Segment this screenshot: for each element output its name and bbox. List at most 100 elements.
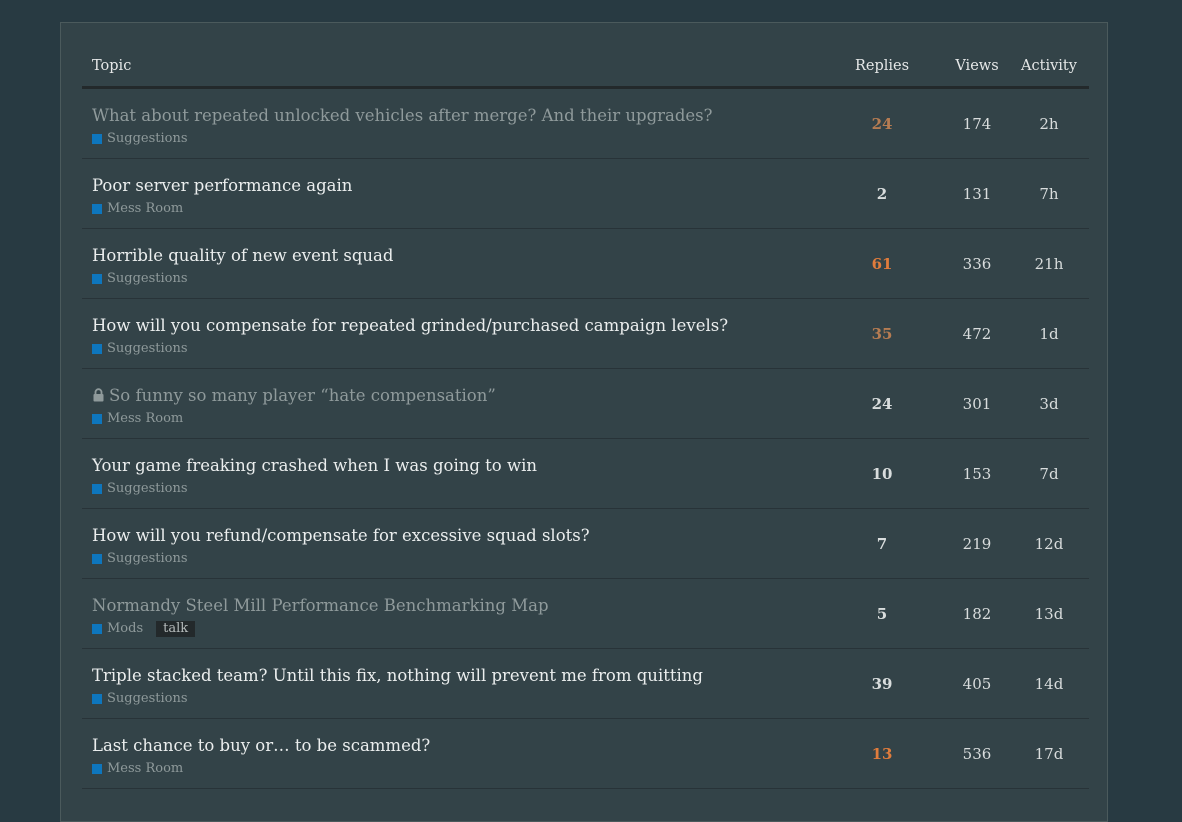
views-count: 536	[962, 745, 992, 763]
table-row[interactable]: Triple stacked team? Until this fix, not…	[82, 649, 1089, 719]
table-row[interactable]: Normandy Steel Mill Performance Benchmar…	[82, 579, 1089, 649]
category-link[interactable]: Suggestions	[107, 131, 188, 147]
table-row[interactable]: Your game freaking crashed when I was go…	[82, 439, 1089, 509]
topic-meta: Mess Room	[92, 411, 183, 427]
topic-list: Topic Replies Views Activity What about …	[82, 23, 1089, 789]
topic-title-text: Last chance to buy or… to be scammed?	[92, 736, 431, 755]
replies-count[interactable]: 5	[842, 605, 922, 623]
activity-time[interactable]: 7d	[1009, 465, 1089, 483]
views-count: 174	[962, 115, 992, 133]
topic-title-link[interactable]: Triple stacked team? Until this fix, not…	[92, 666, 703, 686]
replies-count[interactable]: 24	[842, 115, 922, 133]
topic-title-link[interactable]: What about repeated unlocked vehicles af…	[92, 106, 713, 126]
topic-title-link[interactable]: Your game freaking crashed when I was go…	[92, 456, 537, 476]
views-count: 405	[962, 675, 992, 693]
category-color-icon	[92, 274, 102, 284]
topic-meta: Mess Room	[92, 201, 183, 217]
category-color-icon	[92, 484, 102, 494]
category-color-icon	[92, 134, 102, 144]
table-row[interactable]: Last chance to buy or… to be scammed? Mes…	[82, 719, 1089, 789]
topic-title-link[interactable]: How will you refund/compensate for exces…	[92, 526, 590, 546]
table-row[interactable]: How will you compensate for repeated gri…	[82, 299, 1089, 369]
table-row[interactable]: How will you refund/compensate for exces…	[82, 509, 1089, 579]
topic-meta: Suggestions	[92, 131, 188, 147]
views-count: 219	[962, 535, 992, 553]
table-row[interactable]: So funny so many player “hate compensati…	[82, 369, 1089, 439]
table-row[interactable]: Horrible quality of new event squad Sugge…	[82, 229, 1089, 299]
topic-title-text: Horrible quality of new event squad	[92, 246, 394, 265]
views-count: 131	[962, 185, 992, 203]
topic-meta: Suggestions	[92, 341, 188, 357]
topic-title-text: How will you refund/compensate for exces…	[92, 526, 590, 545]
topic-title-text: Poor server performance again	[92, 176, 353, 195]
activity-time[interactable]: 17d	[1009, 745, 1089, 763]
views-count: 301	[962, 395, 992, 413]
activity-time[interactable]: 1d	[1009, 325, 1089, 343]
replies-count[interactable]: 10	[842, 465, 922, 483]
topic-title-link[interactable]: Normandy Steel Mill Performance Benchmar…	[92, 596, 549, 616]
category-link[interactable]: Mess Room	[107, 411, 183, 427]
lock-icon	[93, 388, 104, 402]
category-link[interactable]: Suggestions	[107, 341, 188, 357]
activity-time[interactable]: 14d	[1009, 675, 1089, 693]
views-count: 336	[962, 255, 992, 273]
replies-count[interactable]: 2	[842, 185, 922, 203]
topic-title-text: What about repeated unlocked vehicles af…	[92, 106, 713, 125]
column-header-topic[interactable]: Topic	[92, 57, 131, 75]
replies-count[interactable]: 13	[842, 745, 922, 763]
topic-rows: What about repeated unlocked vehicles af…	[82, 89, 1089, 789]
topic-title-text: How will you compensate for repeated gri…	[92, 316, 729, 335]
topic-title-text: Normandy Steel Mill Performance Benchmar…	[92, 596, 549, 615]
category-link[interactable]: Mess Room	[107, 201, 183, 217]
topic-list-panel: Topic Replies Views Activity What about …	[60, 22, 1108, 822]
replies-count[interactable]: 24	[842, 395, 922, 413]
category-link[interactable]: Suggestions	[107, 481, 188, 497]
replies-count[interactable]: 7	[842, 535, 922, 553]
topic-title-link[interactable]: How will you compensate for repeated gri…	[92, 316, 728, 336]
activity-time[interactable]: 21h	[1009, 255, 1089, 273]
topic-meta: Mess Room	[92, 761, 183, 777]
category-link[interactable]: Suggestions	[107, 271, 188, 287]
topic-meta: Mods talk	[92, 621, 196, 637]
views-count: 472	[962, 325, 992, 343]
views-count: 153	[962, 465, 992, 483]
category-color-icon	[92, 344, 102, 354]
category-link[interactable]: Mods	[107, 621, 143, 637]
topic-title-link[interactable]: Poor server performance again	[92, 176, 352, 196]
category-color-icon	[92, 414, 102, 424]
topic-title-text: So funny so many player “hate compensati…	[109, 386, 496, 405]
table-row[interactable]: What about repeated unlocked vehicles af…	[82, 89, 1089, 159]
replies-count[interactable]: 35	[842, 325, 922, 343]
category-color-icon	[92, 694, 102, 704]
table-row[interactable]: Poor server performance again Mess Room 2 1…	[82, 159, 1089, 229]
replies-count[interactable]: 39	[842, 675, 922, 693]
category-color-icon	[92, 204, 102, 214]
topic-list-header: Topic Replies Views Activity	[82, 23, 1089, 89]
category-link[interactable]: Suggestions	[107, 691, 188, 707]
category-color-icon	[92, 624, 102, 634]
column-header-views[interactable]: Views	[937, 57, 1017, 75]
views-count: 182	[962, 605, 992, 623]
activity-time[interactable]: 3d	[1009, 395, 1089, 413]
activity-time[interactable]: 13d	[1009, 605, 1089, 623]
column-header-replies[interactable]: Replies	[842, 57, 922, 75]
topic-title-text: Triple stacked team? Until this fix, not…	[92, 666, 703, 685]
category-link[interactable]: Mess Room	[107, 761, 183, 777]
topic-title-link[interactable]: Last chance to buy or… to be scammed?	[92, 736, 430, 756]
category-link[interactable]: Suggestions	[107, 551, 188, 567]
category-color-icon	[92, 554, 102, 564]
activity-time[interactable]: 2h	[1009, 115, 1089, 133]
activity-time[interactable]: 12d	[1009, 535, 1089, 553]
category-color-icon	[92, 764, 102, 774]
topic-tag[interactable]: talk	[156, 621, 196, 637]
column-header-activity[interactable]: Activity	[1009, 57, 1089, 75]
topic-meta: Suggestions	[92, 271, 188, 287]
topic-meta: Suggestions	[92, 691, 188, 707]
topic-meta: Suggestions	[92, 551, 188, 567]
replies-count[interactable]: 61	[842, 255, 922, 273]
topic-title-link[interactable]: Horrible quality of new event squad	[92, 246, 393, 266]
activity-time[interactable]: 7h	[1009, 185, 1089, 203]
topic-title-link[interactable]: So funny so many player “hate compensati…	[92, 386, 496, 406]
topic-title-text: Your game freaking crashed when I was go…	[92, 456, 538, 475]
topic-meta: Suggestions	[92, 481, 188, 497]
